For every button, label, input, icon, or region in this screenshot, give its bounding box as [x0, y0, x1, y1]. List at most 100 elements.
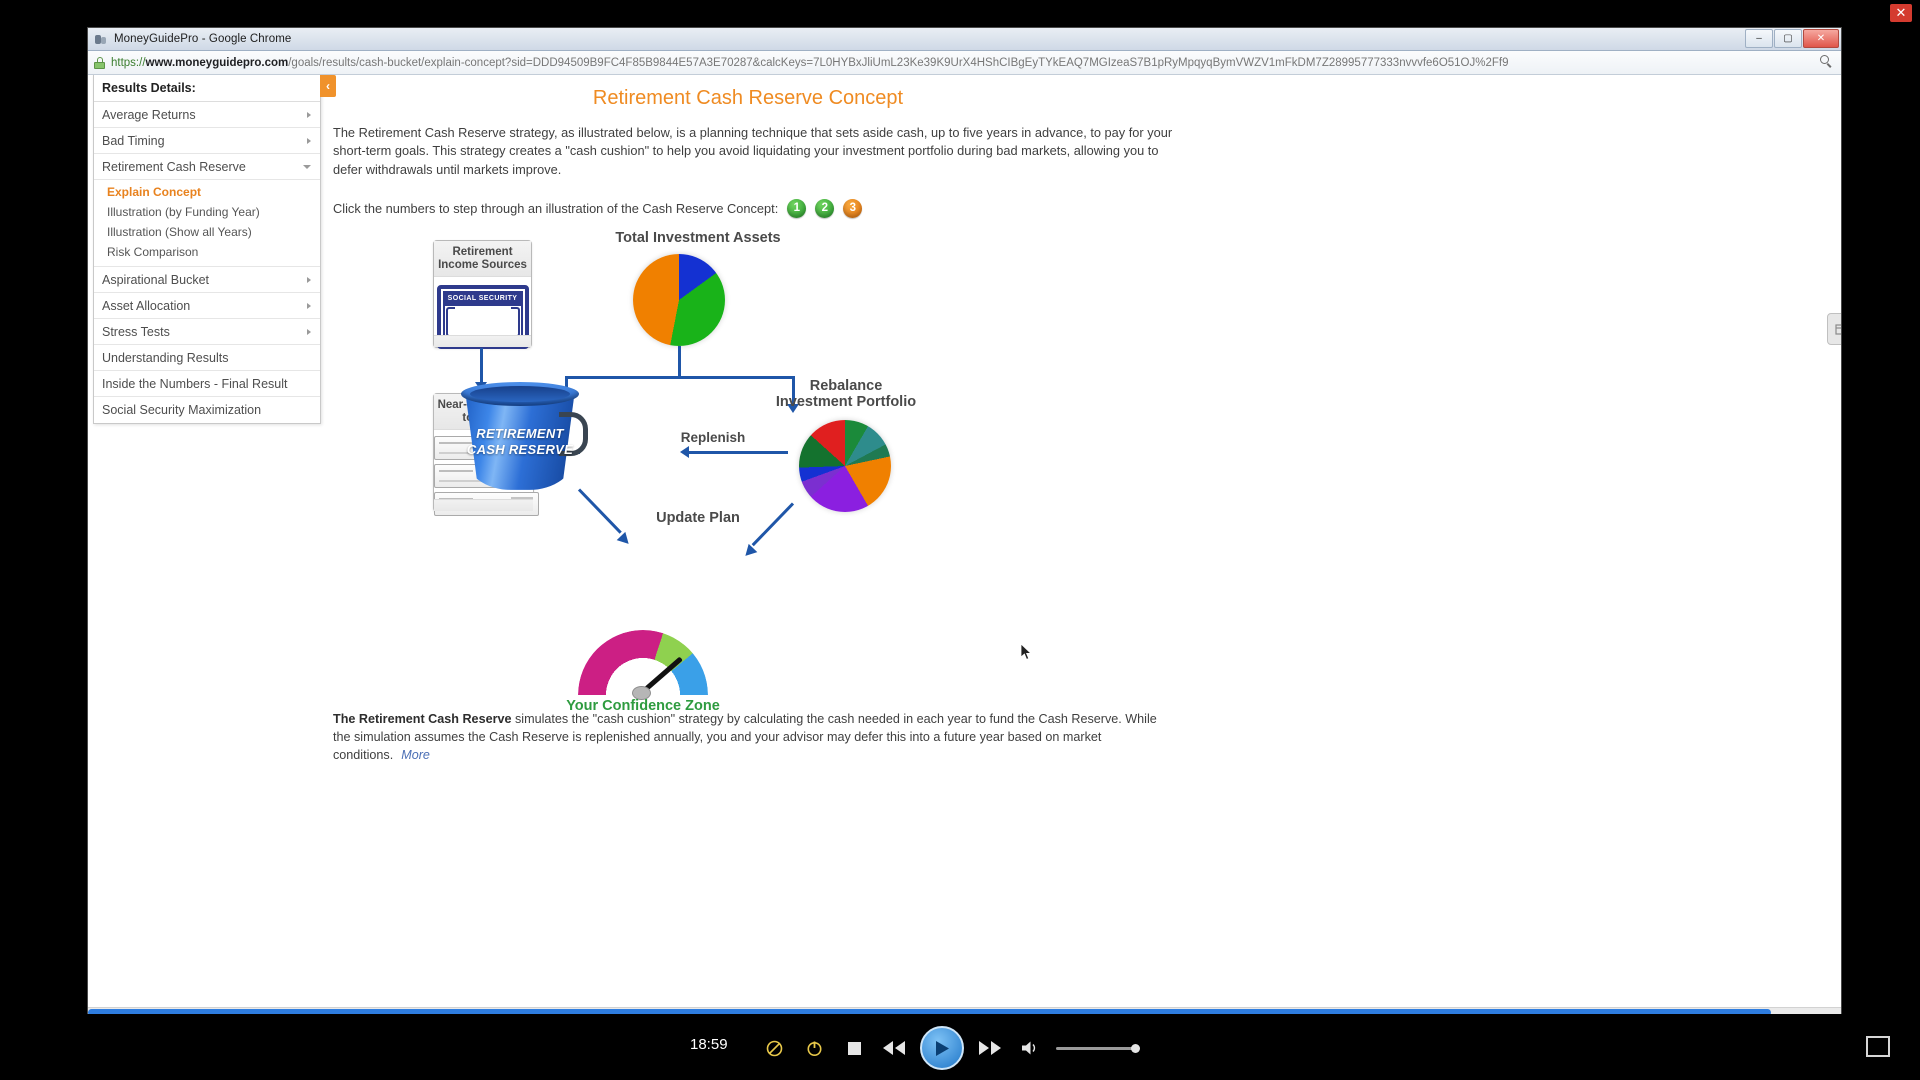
results-details-menu: Results Details: ‹ Average Returns Bad T…	[93, 75, 336, 424]
social-security-label: SOCIAL SECURITY	[442, 290, 523, 306]
chevron-left-icon[interactable]: ‹	[320, 75, 336, 97]
sidebar-item-stress-tests[interactable]: Stress Tests	[94, 319, 320, 345]
main-content: Retirement Cash Reserve Concept The Reti…	[328, 75, 1798, 764]
sidebar-item-aspirational-bucket[interactable]: Aspirational Bucket	[94, 267, 320, 293]
sidebar-item-label: Asset Allocation	[102, 298, 191, 313]
sidebar-item-label: Retirement Cash Reserve	[102, 159, 246, 174]
rewind-icon[interactable]	[880, 1034, 908, 1062]
more-link[interactable]: More	[401, 748, 430, 762]
play-icon[interactable]	[920, 1026, 964, 1070]
app-icon	[95, 33, 109, 45]
search-icon[interactable]	[1820, 55, 1833, 68]
url-host: www.moneyguidepro.com	[145, 56, 289, 69]
sidebar-item-retirement-cash-reserve[interactable]: Retirement Cash Reserve	[94, 154, 320, 180]
sidebar-subitem-illustration-funding-year[interactable]: Illustration (by Funding Year)	[94, 202, 320, 222]
sidebar-item-understanding-results[interactable]: Understanding Results	[94, 345, 320, 371]
window-title: MoneyGuidePro - Google Chrome	[114, 33, 292, 45]
confidence-zone-gauge: Your Confidence Zone	[566, 629, 720, 760]
connector-bucket-to-gauge	[577, 488, 622, 534]
url-path: /goals/results/cash-bucket/explain-conce…	[288, 56, 1509, 69]
step-instruction-row: Click the numbers to step through an ill…	[333, 198, 1173, 218]
playback-buttons	[760, 1026, 1140, 1070]
chevron-right-icon	[307, 302, 311, 309]
chevron-right-icon	[307, 111, 311, 118]
step-instruction-label: Click the numbers to step through an ill…	[333, 200, 779, 216]
fast-forward-icon[interactable]	[976, 1034, 1004, 1062]
retirement-cash-reserve-bucket: RETIREMENT CASH RESERVE	[461, 381, 588, 490]
sidebar-item-label: Bad Timing	[102, 133, 165, 148]
mouse-cursor	[1021, 643, 1033, 660]
sidebar-item-bad-timing[interactable]: Bad Timing	[94, 128, 320, 154]
rebalance-label-line2: Investment Portfolio	[775, 393, 917, 410]
volume-icon[interactable]	[1016, 1034, 1044, 1062]
retirement-income-sources-panel: Retirement Income Sources SOCIAL SECURIT…	[433, 239, 532, 349]
rebalance-label: Rebalance Investment Portfolio	[751, 378, 941, 410]
connector-vertical-top	[678, 345, 681, 378]
screen-root: ✕ MoneyGuidePro - Google Chrome – ▢ ✕ ht…	[0, 0, 1920, 1080]
footer-note-bold: The Retirement Cash Reserve	[333, 711, 512, 726]
power-icon[interactable]	[800, 1034, 828, 1062]
window-buttons: – ▢ ✕	[1744, 29, 1839, 48]
browser-window: MoneyGuidePro - Google Chrome – ▢ ✕ http…	[87, 27, 1842, 1017]
volume-knob[interactable]	[1131, 1043, 1140, 1053]
minimize-button[interactable]: –	[1745, 29, 1773, 48]
volume-slider[interactable]	[1056, 1043, 1140, 1053]
url-scheme: https://	[111, 56, 146, 69]
sidebar-subitem-illustration-show-all-years[interactable]: Illustration (Show all Years)	[94, 222, 320, 242]
connector-replenish	[688, 450, 788, 454]
rebalance-pie-chart	[799, 419, 891, 512]
sidebar-subitem-explain-concept[interactable]: Explain Concept	[94, 182, 320, 202]
confidence-zone-label: Your Confidence Zone	[566, 697, 720, 714]
mute-annotations-icon[interactable]	[760, 1034, 788, 1062]
sidebar-item-label: Average Returns	[102, 107, 196, 122]
sidebar-subitem-risk-comparison[interactable]: Risk Comparison	[94, 242, 320, 262]
arrowhead-replenish	[680, 445, 689, 458]
total-investment-assets-label: Total Investment Assets	[615, 229, 781, 246]
playback-timecode: 18:59	[690, 1036, 728, 1053]
footer-note: The Retirement Cash Reserve simulates th…	[333, 710, 1173, 764]
stop-icon[interactable]	[840, 1034, 868, 1062]
side-tab-icon[interactable]	[1827, 313, 1841, 345]
step-button-1[interactable]: 1	[787, 198, 807, 218]
browser-title-bar: MoneyGuidePro - Google Chrome – ▢ ✕	[88, 28, 1841, 51]
chevron-right-icon	[307, 137, 311, 144]
step-button-2[interactable]: 2	[815, 198, 835, 218]
sidebar-item-label: Understanding Results	[102, 350, 229, 365]
menu-heading: Results Details: ‹	[94, 75, 336, 102]
bucket-label-line1: RETIREMENT	[476, 425, 564, 441]
arrowhead-gauge-right	[741, 543, 758, 560]
sidebar-item-label: Inside the Numbers - Final Result	[102, 376, 288, 391]
replenish-label: Replenish	[680, 429, 746, 445]
window-close-button[interactable]: ✕	[1803, 29, 1839, 48]
page-title: Retirement Cash Reserve Concept	[592, 87, 904, 109]
connector-income-down	[480, 347, 483, 384]
update-plan-label: Update Plan	[656, 509, 740, 526]
page-viewport: Results Details: ‹ Average Returns Bad T…	[88, 75, 1841, 1017]
close-overlay-button[interactable]: ✕	[1890, 4, 1912, 22]
player-controls: 18:59	[0, 1014, 1920, 1080]
retirement-income-sources-label: Retirement Income Sources	[434, 240, 531, 277]
fullscreen-icon[interactable]	[1866, 1036, 1890, 1057]
menu-heading-label: Results Details:	[102, 81, 196, 95]
step-button-3[interactable]: 3	[843, 198, 863, 218]
chevron-right-icon	[307, 276, 311, 283]
sidebar-item-asset-allocation[interactable]: Asset Allocation	[94, 293, 320, 319]
sidebar-item-social-security-maximization[interactable]: Social Security Maximization	[94, 397, 320, 423]
lock-icon	[94, 56, 105, 69]
player-top-bar: ✕	[0, 0, 1920, 24]
sidebar-item-average-returns[interactable]: Average Returns	[94, 102, 320, 128]
sidebar-submenu: Explain Concept Illustration (by Funding…	[94, 180, 320, 267]
total-assets-pie-chart	[633, 253, 725, 346]
intro-paragraph: The Retirement Cash Reserve strategy, as…	[333, 125, 1173, 177]
maximize-button[interactable]: ▢	[1774, 29, 1802, 48]
rebalance-label-line1: Rebalance	[809, 377, 883, 394]
address-bar[interactable]: https://www.moneyguidepro.com/goals/resu…	[88, 51, 1841, 75]
sidebar-item-inside-the-numbers[interactable]: Inside the Numbers - Final Result	[94, 371, 320, 397]
chevron-right-icon	[307, 328, 311, 335]
bucket-label-line2: CASH RESERVE	[466, 441, 574, 457]
url-text[interactable]: https://www.moneyguidepro.com/goals/resu…	[111, 57, 1835, 69]
sidebar-item-label: Stress Tests	[102, 324, 170, 339]
chevron-down-icon	[303, 164, 311, 169]
cash-reserve-diagram: Total Investment Assets Retirement Incom…	[333, 229, 1173, 760]
sidebar-item-label: Aspirational Bucket	[102, 272, 210, 287]
